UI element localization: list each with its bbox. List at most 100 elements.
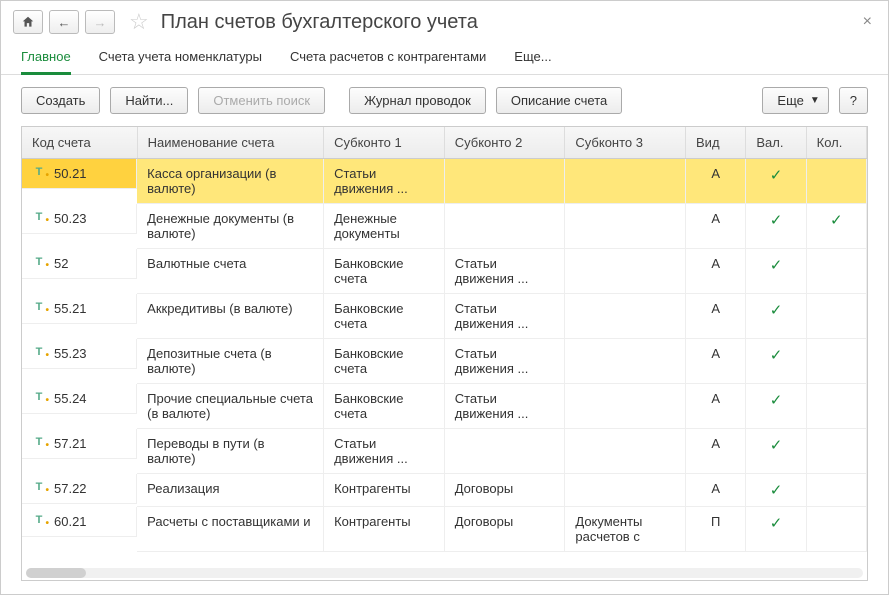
cell-name[interactable]: Прочие специальные счета (в валюте) — [137, 384, 323, 429]
create-button[interactable]: Создать — [21, 87, 100, 114]
col-val[interactable]: Вал. — [746, 127, 806, 159]
cell-s3[interactable] — [565, 204, 686, 249]
cell-code[interactable]: T57.22 — [22, 474, 137, 504]
cell-name[interactable]: Депозитные счета (в валюте) — [137, 339, 323, 384]
cell-val[interactable]: ✓ — [746, 249, 806, 294]
cell-s1[interactable]: Контрагенты — [324, 507, 445, 552]
cell-s1[interactable]: Денежные документы — [324, 204, 445, 249]
cell-s1[interactable]: Статьи движения ... — [324, 429, 445, 474]
h-scrollbar-thumb[interactable] — [26, 568, 86, 578]
more-button[interactable]: Еще ▼ — [762, 87, 828, 114]
star-icon[interactable]: ☆ — [129, 9, 149, 35]
cell-code[interactable]: T60.21 — [22, 507, 137, 537]
cell-s3[interactable]: Документы расчетов с — [565, 507, 686, 552]
cell-val[interactable]: ✓ — [746, 159, 806, 204]
cell-name[interactable]: Переводы в пути (в валюте) — [137, 429, 323, 474]
col-qty[interactable]: Кол. — [806, 127, 866, 159]
describe-button[interactable]: Описание счета — [496, 87, 622, 114]
table-row[interactable]: T50.23Денежные документы (в валюте)Денеж… — [22, 204, 867, 249]
cell-qty[interactable] — [806, 507, 866, 552]
cell-s1[interactable]: Контрагенты — [324, 474, 445, 507]
cell-s2[interactable]: Статьи движения ... — [444, 339, 565, 384]
cell-s2[interactable] — [444, 159, 565, 204]
cell-kind[interactable]: А — [686, 474, 746, 507]
cell-kind[interactable]: А — [686, 429, 746, 474]
journal-button[interactable]: Журнал проводок — [349, 87, 486, 114]
cell-kind[interactable]: А — [686, 249, 746, 294]
col-sub2[interactable]: Субконто 2 — [444, 127, 565, 159]
col-sub3[interactable]: Субконто 3 — [565, 127, 686, 159]
forward-button[interactable]: → — [85, 10, 115, 34]
cell-name[interactable]: Расчеты с поставщиками и — [137, 507, 323, 552]
table-row[interactable]: T60.21Расчеты с поставщиками иКонтрагент… — [22, 507, 867, 552]
cell-s3[interactable] — [565, 474, 686, 507]
cell-val[interactable]: ✓ — [746, 429, 806, 474]
h-scrollbar-track[interactable] — [26, 568, 863, 578]
col-code[interactable]: Код счета — [22, 127, 137, 159]
table-row[interactable]: T57.21Переводы в пути (в валюте)Статьи д… — [22, 429, 867, 474]
cell-s2[interactable] — [444, 204, 565, 249]
cell-name[interactable]: Аккредитивы (в валюте) — [137, 294, 323, 339]
tab-0[interactable]: Главное — [21, 43, 71, 75]
cell-s3[interactable] — [565, 339, 686, 384]
tab-2[interactable]: Счета расчетов с контрагентами — [290, 43, 486, 74]
cell-s1[interactable]: Банковские счета — [324, 294, 445, 339]
cell-qty[interactable] — [806, 159, 866, 204]
cell-s2[interactable]: Статьи движения ... — [444, 294, 565, 339]
cell-s2[interactable] — [444, 429, 565, 474]
cell-s2[interactable]: Статьи движения ... — [444, 249, 565, 294]
cell-s3[interactable] — [565, 384, 686, 429]
table-row[interactable]: T57.22РеализацияКонтрагентыДоговоры А✓ — [22, 474, 867, 507]
cell-kind[interactable]: А — [686, 204, 746, 249]
cell-code[interactable]: T50.23 — [22, 204, 137, 234]
cell-name[interactable]: Денежные документы (в валюте) — [137, 204, 323, 249]
table-row[interactable]: T55.21Аккредитивы (в валюте)Банковские с… — [22, 294, 867, 339]
table-row[interactable]: T52Валютные счетаБанковские счетаСтатьи … — [22, 249, 867, 294]
cell-s1[interactable]: Банковские счета — [324, 384, 445, 429]
cell-s1[interactable]: Банковские счета — [324, 249, 445, 294]
cell-s2[interactable]: Договоры — [444, 474, 565, 507]
cell-s2[interactable]: Статьи движения ... — [444, 384, 565, 429]
cell-code[interactable]: T52 — [22, 249, 137, 279]
cell-kind[interactable]: П — [686, 507, 746, 552]
col-sub1[interactable]: Субконто 1 — [324, 127, 445, 159]
table-row[interactable]: T55.24Прочие специальные счета (в валюте… — [22, 384, 867, 429]
cell-val[interactable]: ✓ — [746, 339, 806, 384]
cell-code[interactable]: T55.23 — [22, 339, 137, 369]
cell-s3[interactable] — [565, 294, 686, 339]
find-button[interactable]: Найти... — [110, 87, 188, 114]
cell-kind[interactable]: А — [686, 384, 746, 429]
cell-s3[interactable] — [565, 249, 686, 294]
cell-name[interactable]: Валютные счета — [137, 249, 323, 294]
cell-val[interactable]: ✓ — [746, 507, 806, 552]
back-button[interactable]: ← — [49, 10, 79, 34]
help-button[interactable]: ? — [839, 87, 868, 114]
col-name[interactable]: Наименование счета — [137, 127, 323, 159]
cell-s1[interactable]: Статьи движения ... — [324, 159, 445, 204]
cell-kind[interactable]: А — [686, 339, 746, 384]
cell-qty[interactable] — [806, 474, 866, 507]
col-kind[interactable]: Вид — [686, 127, 746, 159]
cell-qty[interactable] — [806, 384, 866, 429]
cell-s1[interactable]: Банковские счета — [324, 339, 445, 384]
cell-code[interactable]: T55.21 — [22, 294, 137, 324]
cell-code[interactable]: T57.21 — [22, 429, 137, 459]
cell-qty[interactable] — [806, 339, 866, 384]
cell-code[interactable]: T55.24 — [22, 384, 137, 414]
cell-code[interactable]: T50.21 — [22, 159, 137, 189]
home-button[interactable] — [13, 10, 43, 34]
tab-1[interactable]: Счета учета номенклатуры — [99, 43, 262, 74]
cell-val[interactable]: ✓ — [746, 474, 806, 507]
cell-val[interactable]: ✓ — [746, 204, 806, 249]
tab-3[interactable]: Еще... — [514, 43, 551, 74]
cell-qty[interactable] — [806, 429, 866, 474]
cell-qty[interactable] — [806, 249, 866, 294]
cell-val[interactable]: ✓ — [746, 384, 806, 429]
cell-s3[interactable] — [565, 429, 686, 474]
table-row[interactable]: T55.23Депозитные счета (в валюте)Банковс… — [22, 339, 867, 384]
cell-kind[interactable]: А — [686, 159, 746, 204]
close-button[interactable]: × — [859, 13, 876, 31]
cell-name[interactable]: Реализация — [137, 474, 323, 507]
cell-kind[interactable]: А — [686, 294, 746, 339]
cell-s3[interactable] — [565, 159, 686, 204]
